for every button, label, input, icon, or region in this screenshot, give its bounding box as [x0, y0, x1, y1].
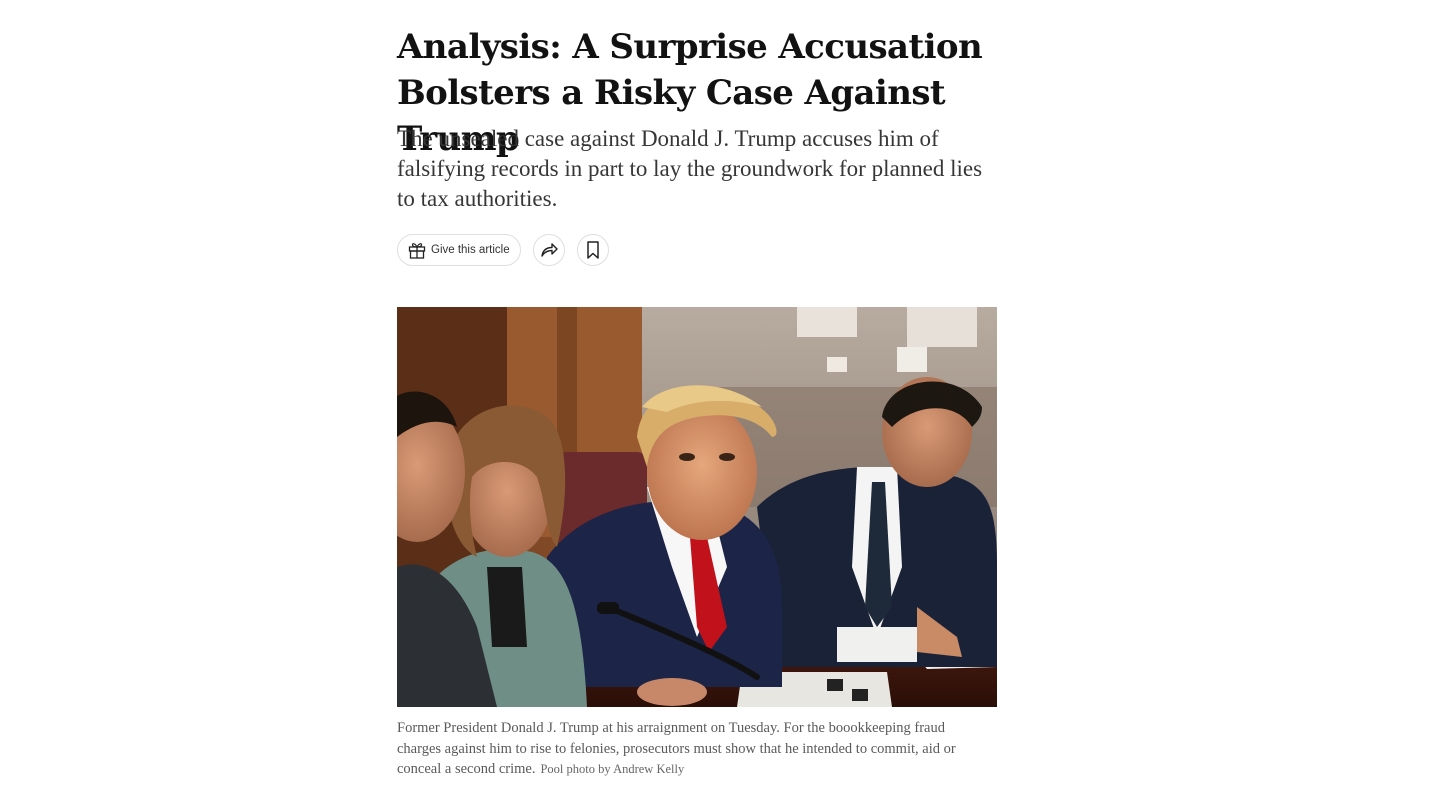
article-summary: The unsealed case against Donald J. Trum…	[397, 126, 983, 211]
article-actions: Give this article	[397, 233, 609, 267]
gift-icon	[407, 240, 427, 260]
share-arrow-icon	[539, 240, 559, 260]
give-article-label: Give this article	[431, 244, 510, 256]
photo-caption: Former President Donald J. Trump at his …	[397, 718, 977, 780]
give-article-button[interactable]: Give this article	[397, 234, 521, 266]
article-photo	[397, 307, 997, 707]
bookmark-icon	[585, 240, 601, 260]
save-button[interactable]	[577, 234, 609, 266]
courtroom-photo	[397, 307, 997, 707]
share-button[interactable]	[533, 234, 565, 266]
photo-credit: Pool photo by Andrew Kelly	[540, 762, 685, 776]
